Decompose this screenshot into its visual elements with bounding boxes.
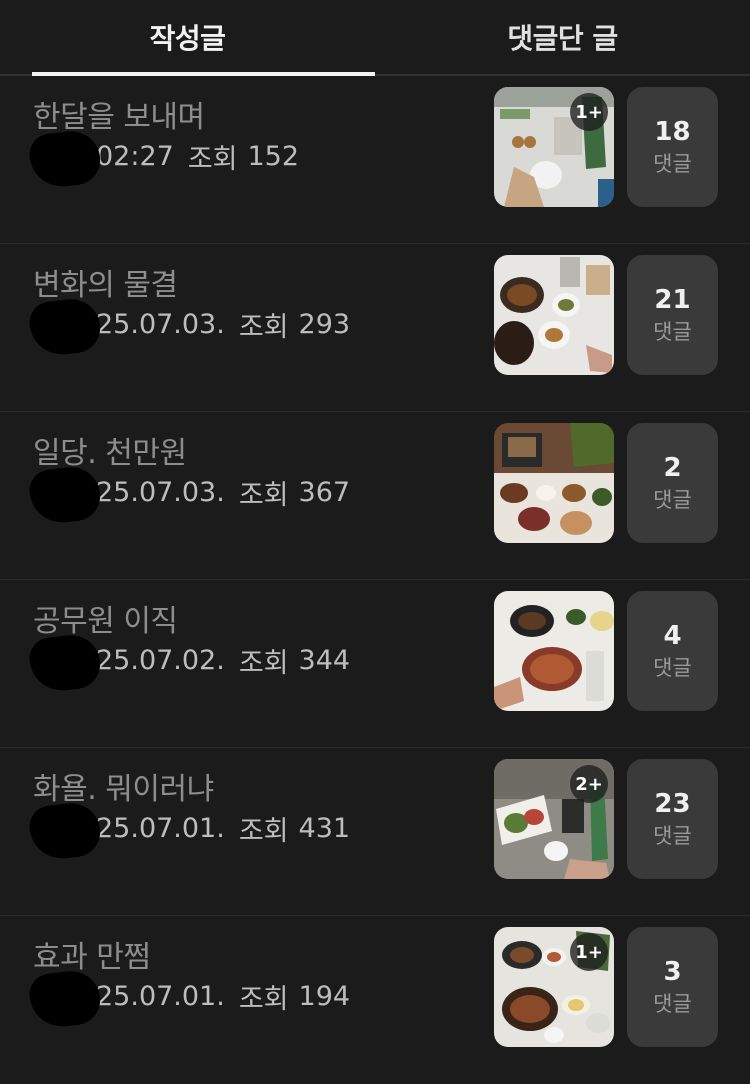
tab-written-posts[interactable]: 작성글 [0, 0, 375, 74]
post-date: 25.07.02. [96, 644, 225, 676]
author-redacted [27, 464, 103, 526]
tab-bar: 작성글 댓글단 글 [0, 0, 750, 76]
comment-count-box[interactable]: 4 댓글 [627, 591, 718, 711]
author-redacted [27, 968, 103, 1030]
comment-label: 댓글 [653, 320, 692, 344]
views-label: 조회 [187, 143, 238, 175]
post-date: 25.07.03. [96, 476, 225, 508]
comment-count: 23 [654, 789, 691, 819]
post-meta: 02:27 조회 152 [27, 128, 300, 190]
list-item[interactable]: 변화의 물결 25.07.03. 조회 293 21 댓글 [0, 244, 750, 412]
comment-count-box[interactable]: 18 댓글 [627, 87, 718, 207]
list-item[interactable]: 공무원 이직 25.07.02. 조회 344 4 댓글 [0, 580, 750, 748]
comment-count: 18 [654, 117, 691, 147]
comment-label: 댓글 [653, 488, 692, 512]
views-label: 조회 [238, 647, 289, 679]
post-date: 25.07.01. [96, 980, 225, 1012]
comment-count: 2 [663, 453, 682, 483]
post-list: 한달을 보내며 02:27 조회 152 1+ 18 댓글 변화의 물결 25.… [0, 76, 750, 1084]
post-title[interactable]: 일당. 천만원 [33, 428, 187, 472]
list-item[interactable]: 효과 만쩜 25.07.01. 조회 194 1+ 3 댓글 [0, 916, 750, 1084]
comment-count: 3 [663, 957, 682, 987]
image-count-badge: 1+ [570, 933, 608, 971]
image-count-badge: 1+ [570, 93, 608, 131]
post-date: 25.07.03. [96, 308, 225, 340]
comment-label: 댓글 [653, 152, 692, 176]
comment-count-box[interactable]: 21 댓글 [627, 255, 718, 375]
author-redacted [27, 800, 103, 862]
list-item[interactable]: 일당. 천만원 25.07.03. 조회 367 2 댓글 [0, 412, 750, 580]
author-redacted [27, 296, 103, 358]
post-title[interactable]: 효과 만쩜 [33, 932, 151, 976]
views-count: 152 [247, 140, 300, 172]
views-count: 431 [298, 812, 351, 844]
views-count: 367 [298, 476, 351, 508]
author-redacted [27, 128, 103, 190]
image-count-badge: 2+ [570, 765, 608, 803]
views-count: 293 [298, 308, 351, 340]
comment-count: 21 [654, 285, 691, 315]
post-meta: 25.07.02. 조회 344 [27, 632, 351, 694]
post-thumbnail[interactable]: 2+ [494, 759, 614, 879]
views-label: 조회 [238, 479, 289, 511]
post-thumbnail[interactable]: 1+ [494, 927, 614, 1047]
post-thumbnail[interactable] [494, 591, 614, 711]
post-date: 25.07.01. [96, 812, 225, 844]
list-item[interactable]: 화욜. 뭐이러냐 25.07.01. 조회 431 2+ 23 댓글 [0, 748, 750, 916]
comment-count-box[interactable]: 3 댓글 [627, 927, 718, 1047]
post-meta: 25.07.01. 조회 194 [27, 968, 351, 1030]
comment-count-box[interactable]: 23 댓글 [627, 759, 718, 879]
post-title[interactable]: 한달을 보내며 [33, 92, 205, 136]
comment-label: 댓글 [653, 656, 692, 680]
views-label: 조회 [238, 815, 289, 847]
post-meta: 25.07.01. 조회 431 [27, 800, 351, 862]
post-title[interactable]: 변화의 물결 [33, 260, 178, 304]
comment-count: 4 [663, 621, 682, 651]
views-label: 조회 [238, 983, 289, 1015]
post-title[interactable]: 화욜. 뭐이러냐 [33, 764, 214, 808]
post-thumbnail[interactable] [494, 255, 614, 375]
list-item[interactable]: 한달을 보내며 02:27 조회 152 1+ 18 댓글 [0, 76, 750, 244]
post-meta: 25.07.03. 조회 367 [27, 464, 351, 526]
tab-commented-posts[interactable]: 댓글단 글 [375, 0, 750, 74]
views-count: 194 [298, 980, 351, 1012]
post-title[interactable]: 공무원 이직 [33, 596, 178, 640]
comment-label: 댓글 [653, 824, 692, 848]
author-redacted [27, 632, 103, 694]
comment-count-box[interactable]: 2 댓글 [627, 423, 718, 543]
comment-label: 댓글 [653, 992, 692, 1016]
views-count: 344 [298, 644, 351, 676]
post-date: 02:27 [96, 140, 174, 172]
post-meta: 25.07.03. 조회 293 [27, 296, 351, 358]
post-thumbnail[interactable] [494, 423, 614, 543]
post-thumbnail[interactable]: 1+ [494, 87, 614, 207]
views-label: 조회 [238, 311, 289, 343]
